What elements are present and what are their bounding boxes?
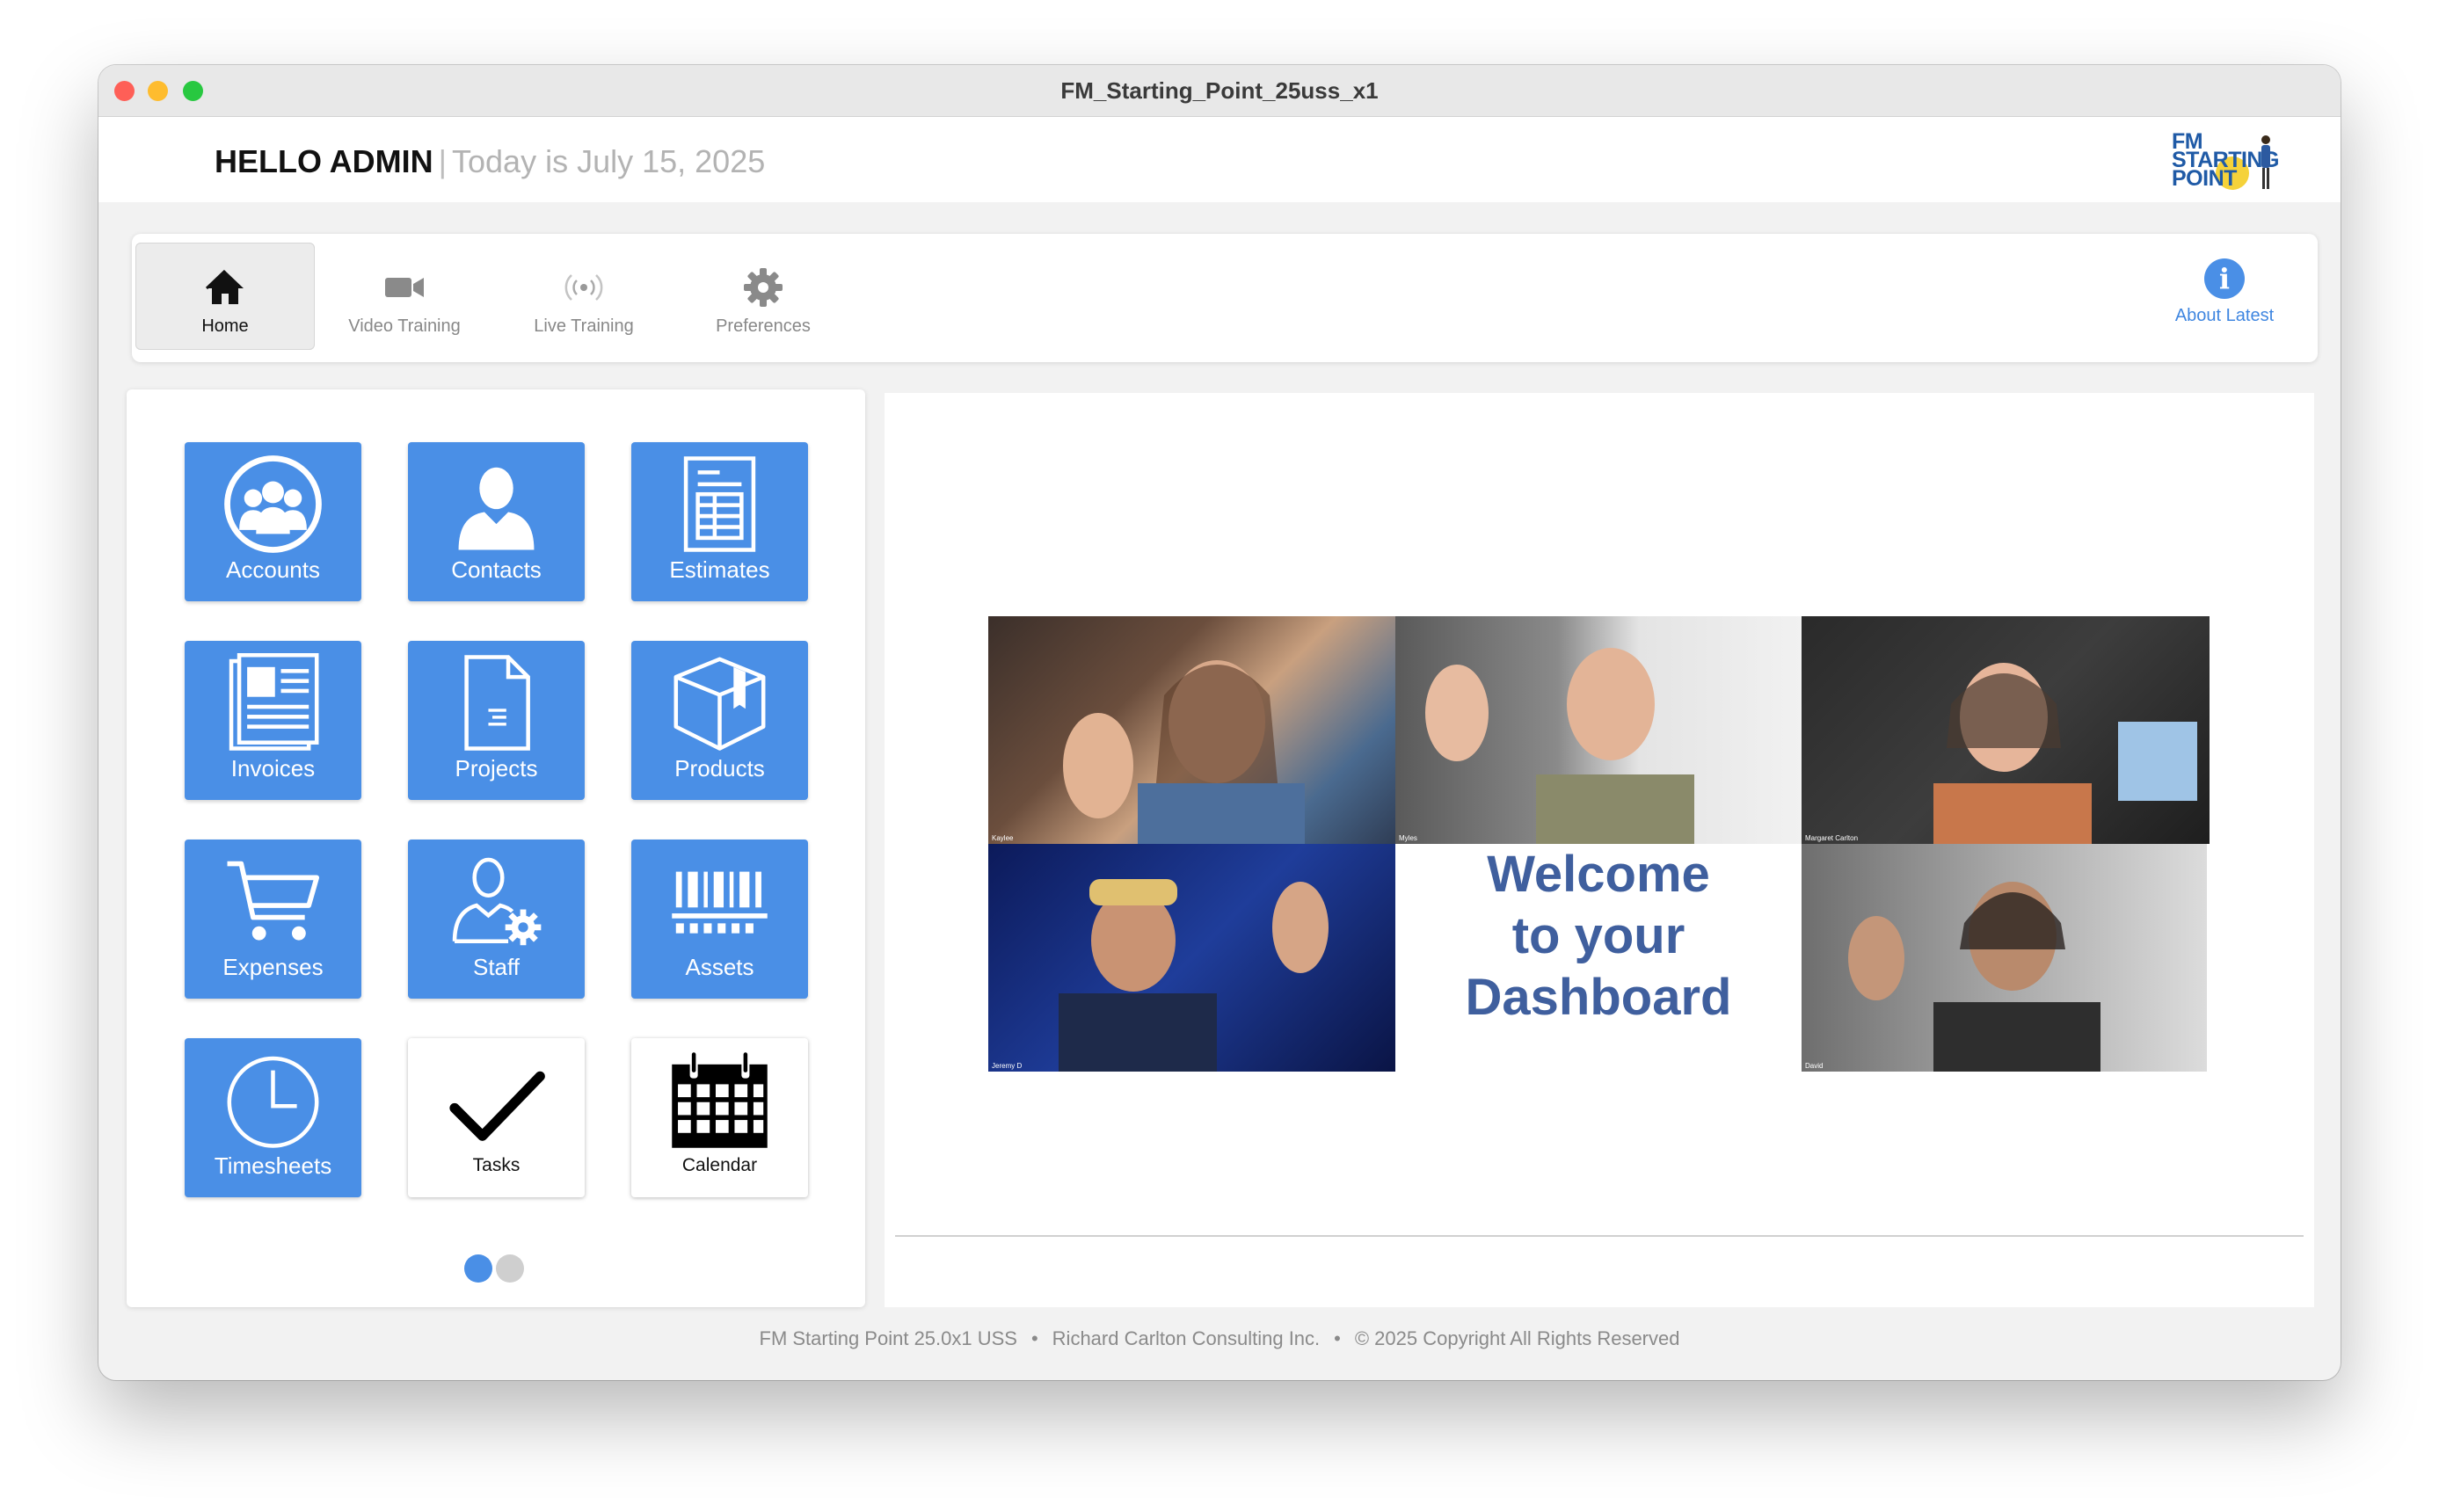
tile-invoices-label: Invoices — [230, 755, 316, 781]
participant-name-2: Myles — [1399, 834, 1417, 842]
tile-calendar-label: Calendar — [681, 1155, 758, 1175]
newspaper-icon — [229, 653, 319, 751]
waving-person-image — [1848, 882, 2100, 1072]
barcode-icon — [672, 871, 768, 934]
welcome-line-3: Dashboard — [1465, 969, 1732, 1026]
tab-live-training[interactable]: Live Training — [494, 243, 673, 350]
tab-video-training[interactable]: Video Training — [315, 243, 494, 350]
tile-accounts[interactable]: Accounts — [185, 442, 361, 601]
waving-person-image — [1059, 879, 1329, 1072]
greeting-separator: | — [438, 143, 448, 179]
waving-person-image — [1425, 648, 1694, 844]
window-title: FM_Starting_Point_25uss_x1 — [1060, 77, 1379, 104]
logo-figure — [2261, 135, 2270, 189]
tile-tasks[interactable]: Tasks — [408, 1038, 585, 1197]
calendar-icon — [672, 1052, 768, 1148]
app-window: FM_Starting_Point_25uss_x1 HELLO ADMIN | T… — [98, 65, 2341, 1380]
participant-name-4: Jeremy D — [992, 1062, 1023, 1070]
page-dot-1[interactable] — [464, 1254, 492, 1283]
tile-calendar[interactable]: Calendar — [631, 1038, 808, 1197]
tile-assets-label: Assets — [685, 954, 754, 980]
footer-bullet-1: • — [1030, 1327, 1038, 1349]
staff-gear-icon — [452, 857, 542, 946]
header: HELLO ADMIN | Today is July 15, 2025 FM STA… — [98, 117, 2341, 202]
clock-icon — [227, 1056, 319, 1148]
document-icon — [464, 655, 530, 751]
welcome-message: Welcome to your Dashboard — [1395, 844, 1802, 1072]
tab-home[interactable]: Home — [135, 243, 315, 350]
module-launcher: Accounts Contacts Estimates Invoices Pro… — [127, 389, 865, 1307]
participant-name-3: Margaret Carlton — [1805, 834, 1859, 842]
participant-video-3: Margaret Carlton — [1802, 616, 2210, 844]
participant-name-5: David — [1805, 1062, 1824, 1070]
footer-company: Richard Carlton Consulting Inc. — [1052, 1327, 1321, 1349]
estimate-sheet-icon — [683, 456, 756, 552]
tile-products[interactable]: Products — [631, 641, 808, 800]
shopping-cart-icon — [227, 861, 320, 941]
tile-estimates-label: Estimates — [669, 556, 770, 583]
about-latest-label: About Latest — [2174, 306, 2275, 325]
info-icon: i — [2204, 258, 2245, 299]
tile-contacts[interactable]: Contacts — [408, 442, 585, 601]
tile-accounts-label: Accounts — [226, 556, 320, 583]
tile-expenses-label: Expenses — [222, 954, 324, 980]
video-camera-icon — [385, 278, 424, 297]
welcome-line-2: to your — [1511, 907, 1685, 964]
tile-tasks-label: Tasks — [472, 1155, 521, 1175]
participant-video-1: Kaylee — [988, 616, 1395, 844]
tab-home-label: Home — [201, 316, 249, 336]
tile-estimates[interactable]: Estimates — [631, 442, 808, 601]
about-latest-button[interactable]: i About Latest — [2154, 258, 2295, 326]
tile-staff[interactable]: Staff — [408, 840, 585, 999]
hello-text: HELLO ADMIN — [215, 143, 433, 179]
waving-person-image — [1063, 660, 1305, 844]
tile-invoices[interactable]: Invoices — [185, 641, 361, 800]
tile-staff-label: Staff — [472, 954, 520, 980]
person-icon — [458, 467, 535, 550]
footer: FM Starting Point 25.0x1 USS • Richard Car… — [98, 1327, 2341, 1350]
pagination-dots — [464, 1254, 528, 1287]
welcome-line-1: Welcome — [1487, 846, 1710, 903]
tab-video-training-label: Video Training — [348, 316, 461, 336]
participant-video-5: David — [1802, 844, 2207, 1072]
tile-projects-label: Projects — [455, 755, 538, 781]
panel-divider — [895, 1235, 2304, 1237]
tile-contacts-label: Contacts — [451, 556, 542, 583]
dashboard-banner-panel: Kaylee Myles Margaret Carlton Jeremy D W… — [885, 393, 2314, 1307]
page-dot-2[interactable] — [496, 1254, 524, 1283]
title-bar: FM_Starting_Point_25uss_x1 — [98, 65, 2341, 117]
app-logo: FM STARTING POINT — [2172, 131, 2295, 194]
tile-expenses[interactable]: Expenses — [185, 840, 361, 999]
date-text: Today is July 15, 2025 — [452, 143, 766, 179]
checkmark-icon — [449, 1071, 545, 1141]
tile-projects[interactable]: Projects — [408, 641, 585, 800]
footer-product: FM Starting Point 25.0x1 USS — [759, 1327, 1017, 1349]
participant-video-2: Myles — [1395, 616, 1802, 844]
accounts-group-icon — [224, 455, 322, 553]
tab-preferences[interactable]: Preferences — [673, 243, 853, 350]
participant-video-4: Jeremy D — [988, 844, 1395, 1072]
tile-assets[interactable]: Assets — [631, 840, 808, 999]
home-icon — [205, 269, 244, 304]
welcome-banner: Kaylee Myles Margaret Carlton Jeremy D W… — [988, 616, 2210, 1072]
tile-products-label: Products — [674, 755, 765, 781]
tab-live-training-label: Live Training — [534, 316, 634, 336]
box-icon — [673, 657, 766, 751]
footer-copyright: © 2025 Copyright All Rights Reserved — [1354, 1327, 1680, 1349]
tile-timesheets[interactable]: Timesheets — [185, 1038, 361, 1197]
tab-preferences-label: Preferences — [716, 316, 811, 336]
waving-person-image — [1933, 663, 2197, 844]
nav-bar: Home Video Training Live Training Prefer… — [132, 234, 2318, 362]
gear-icon — [744, 268, 783, 307]
participant-name-1: Kaylee — [992, 834, 1014, 842]
broadcast-icon — [564, 274, 603, 301]
tile-timesheets-label: Timesheets — [214, 1152, 332, 1179]
greeting: HELLO ADMIN | Today is July 15, 2025 — [215, 143, 765, 180]
footer-bullet-2: • — [1334, 1327, 1341, 1349]
